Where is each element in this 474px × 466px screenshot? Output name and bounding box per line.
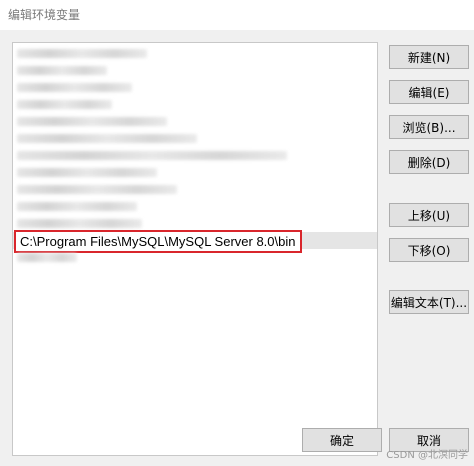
edit-button[interactable]: 编辑(E) [389, 80, 469, 104]
list-item[interactable] [13, 181, 377, 198]
list-item[interactable] [13, 198, 377, 215]
delete-button[interactable]: 删除(D) [389, 150, 469, 174]
edit-text-button[interactable]: 编辑文本(T)... [389, 290, 469, 314]
blurred-entry [17, 202, 137, 211]
list-item[interactable] [13, 62, 377, 79]
move-down-button[interactable]: 下移(O) [389, 238, 469, 262]
blurred-entry [17, 134, 197, 143]
list-item[interactable] [13, 79, 377, 96]
new-button[interactable]: 新建(N) [389, 45, 469, 69]
blurred-entry [17, 185, 177, 194]
list-item[interactable] [13, 249, 377, 266]
list-item[interactable] [13, 113, 377, 130]
blurred-entry [17, 117, 167, 126]
blurred-entry [17, 219, 142, 228]
watermark: CSDN @北溟同学 [386, 450, 468, 461]
window-title: 编辑环境变量 [8, 8, 81, 22]
blurred-entry [17, 49, 147, 58]
list-item[interactable] [13, 130, 377, 147]
blurred-entry [17, 168, 157, 177]
ok-button[interactable]: 确定 [302, 428, 382, 452]
blurred-entry [17, 66, 107, 75]
path-list[interactable]: C:\Program Files\MySQL\MySQL Server 8.0\… [12, 42, 378, 456]
blurred-entry [17, 253, 77, 262]
list-item-selected[interactable]: C:\Program Files\MySQL\MySQL Server 8.0\… [13, 230, 377, 253]
blurred-entry [17, 83, 132, 92]
browse-button[interactable]: 浏览(B)... [389, 115, 469, 139]
blurred-entry [17, 100, 112, 109]
move-up-button[interactable]: 上移(U) [389, 203, 469, 227]
list-item[interactable] [13, 45, 377, 62]
blurred-entry [17, 151, 287, 160]
list-item[interactable] [13, 96, 377, 113]
list-item[interactable] [13, 147, 377, 164]
list-item[interactable] [13, 164, 377, 181]
title-bar: 编辑环境变量 [0, 0, 474, 30]
